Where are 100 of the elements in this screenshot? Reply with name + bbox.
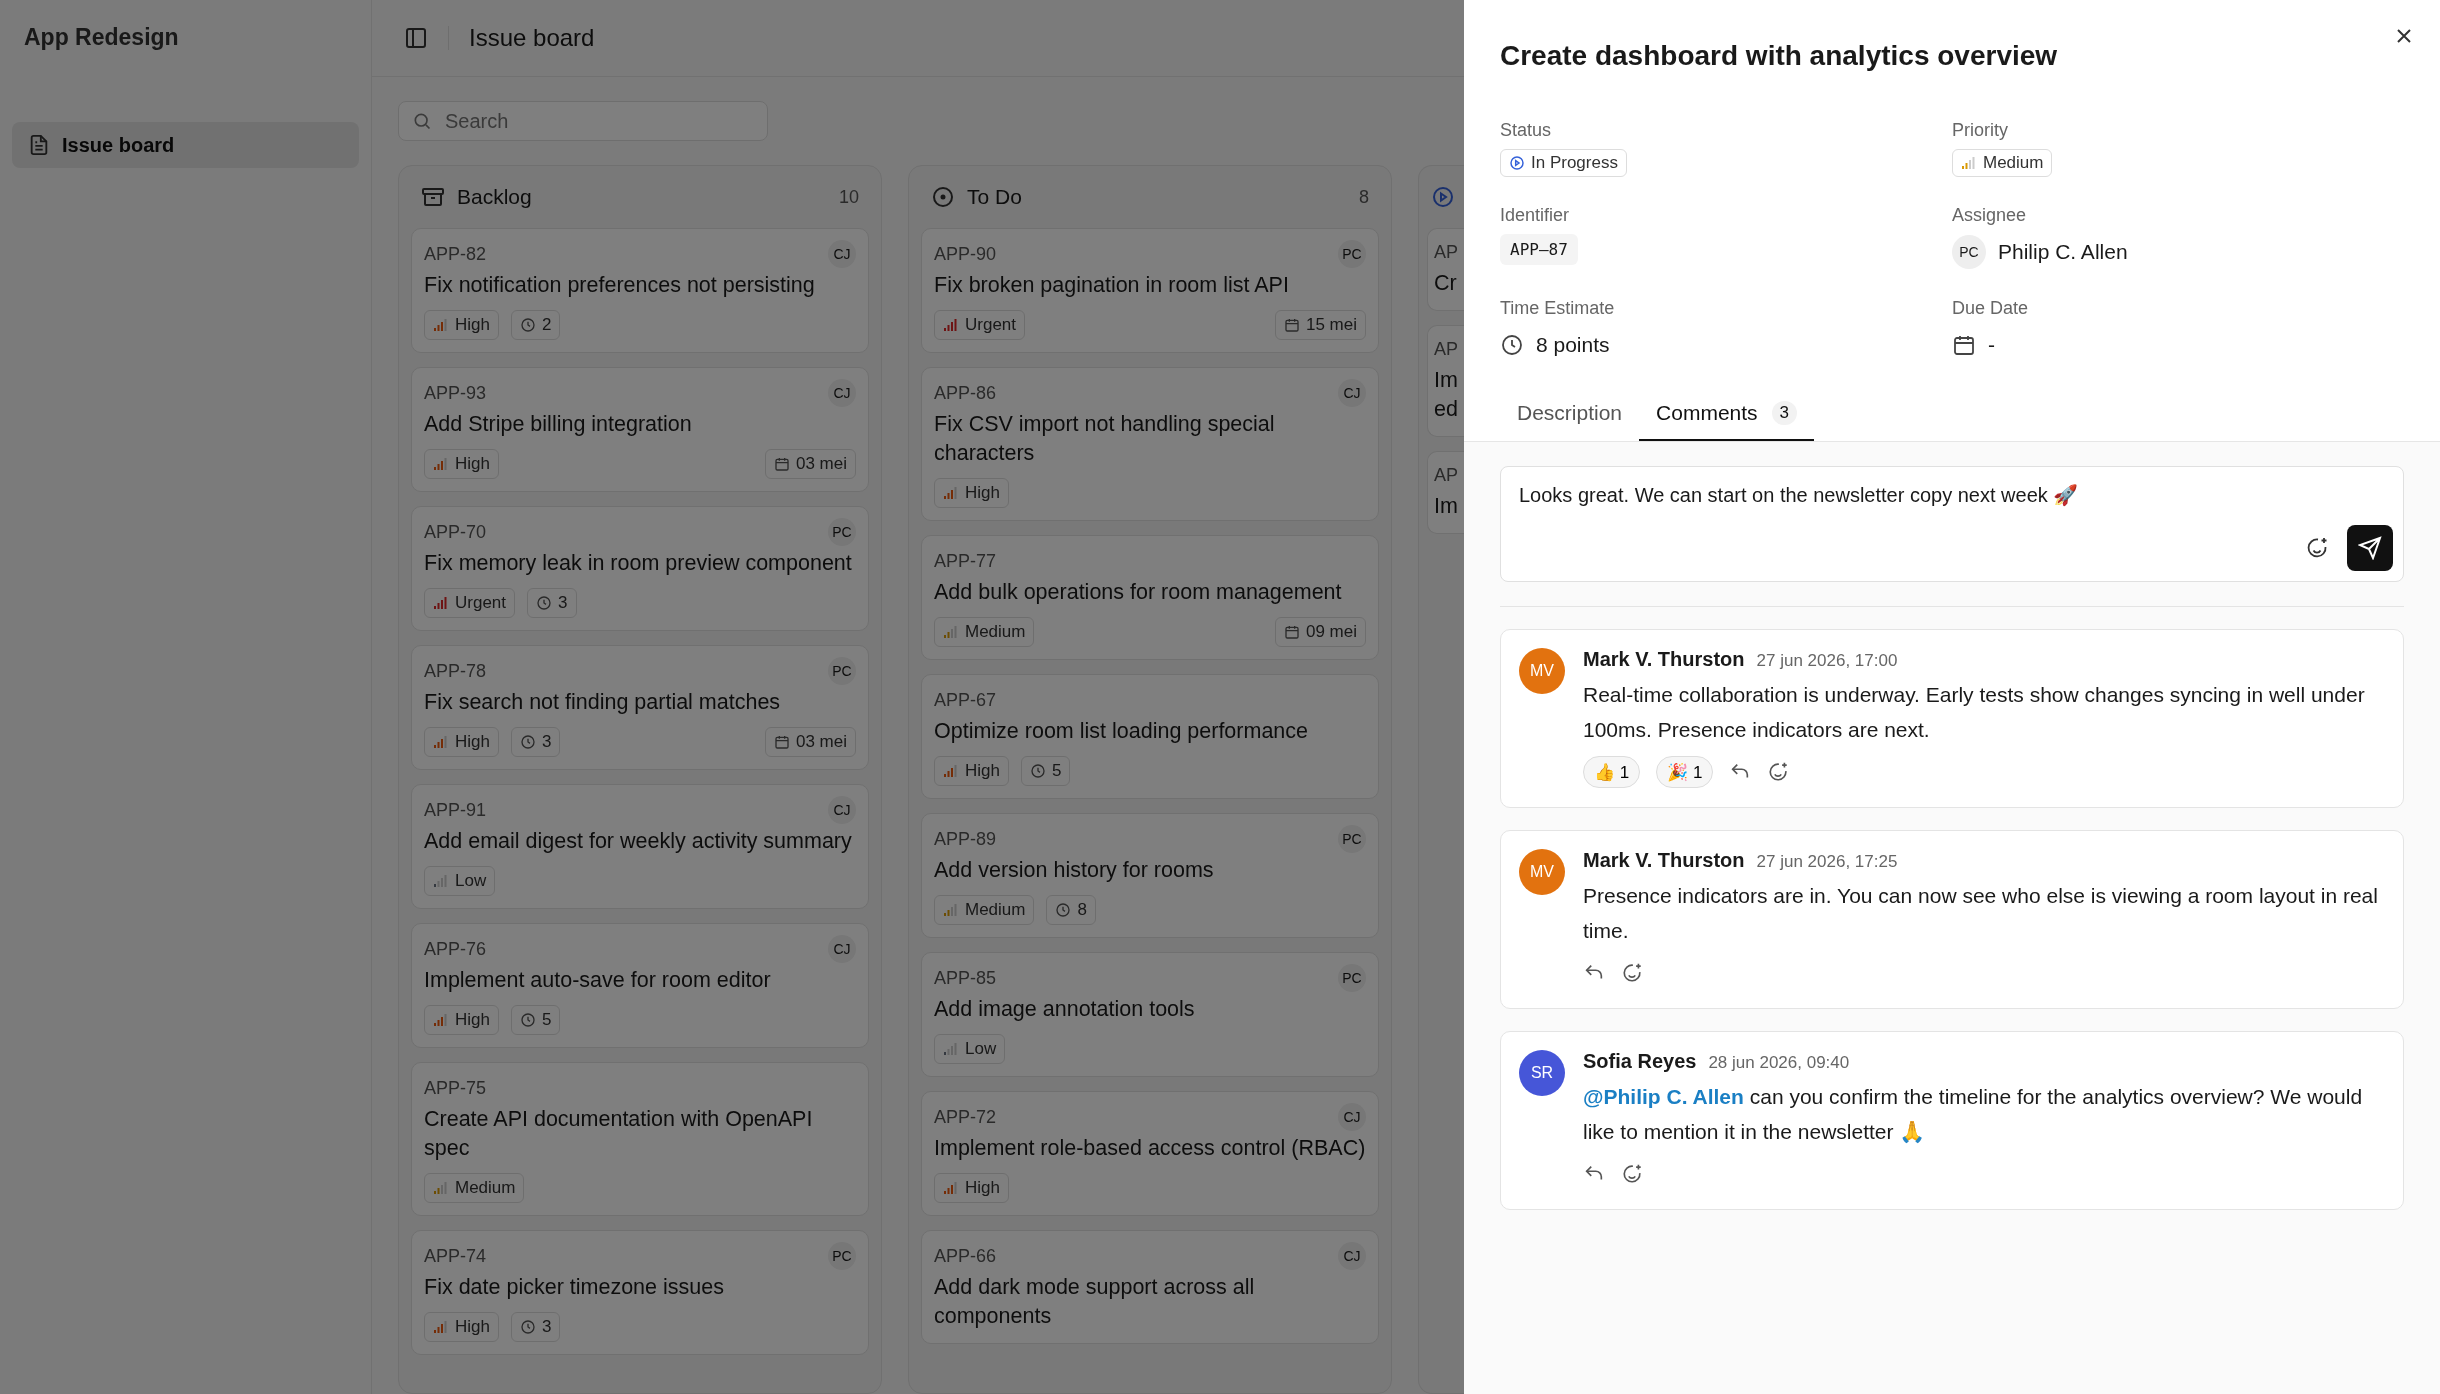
send-button[interactable] [2347, 525, 2393, 571]
add-emoji-icon[interactable] [2305, 536, 2329, 560]
issue-id: APP-67 [934, 689, 997, 711]
issue-card[interactable]: APP-78 PC Fix search not finding partial matches High 3 03 mei [411, 645, 869, 770]
issue-card[interactable]: APP-86 CJ Fix CSV import not handling special characters High [921, 367, 1379, 521]
issue-card[interactable]: APP-89 PC Add version history for rooms Medium 8 [921, 813, 1379, 938]
issue-id: APP-90 [934, 243, 997, 265]
reaction-button[interactable]: 👍 1 [1583, 756, 1641, 788]
estimate-badge: 3 [510, 1312, 561, 1342]
field-label: Priority [1952, 120, 2009, 141]
issue-id: APP-74 [424, 1245, 487, 1267]
status-badge[interactable]: In Progress [1500, 149, 1627, 177]
assignee-avatar: CJ [1338, 1242, 1366, 1270]
issue-id: AP [1434, 464, 1458, 486]
add-emoji-icon[interactable] [1621, 962, 1643, 984]
issue-title: Implement auto-save for room editor [424, 967, 772, 994]
issue-card[interactable]: APP-76 CJ Implement auto-save for room editor High 5 [411, 923, 869, 1048]
due-date-badge: 15 mei [1274, 310, 1366, 340]
assignee-avatar: PC [1338, 964, 1366, 992]
comment-author: Mark V. Thurston [1583, 849, 1745, 872]
priority-badge: Urgent [934, 310, 1026, 340]
issue-title: Implement role-based access control (RBAC) [934, 1135, 1366, 1162]
issue-card[interactable]: APP-91 CJ Add email digest for weekly activity summary Low [411, 784, 869, 909]
assignee-avatar: CJ [828, 379, 856, 407]
sidebar-item[interactable]: Issue board [12, 122, 359, 168]
issue-card[interactable]: APP-90 PC Fix broken pagination in room list API Urgent 15 mei [921, 228, 1379, 353]
comment-field[interactable]: Looks great. We can start on the newsletter copy next week 🚀 [1500, 466, 2404, 582]
reaction-button[interactable]: 🎉 1 [1656, 756, 1714, 788]
issue-card[interactable]: AP Cr [1427, 228, 1464, 311]
due-date-badge: 09 mei [1274, 617, 1366, 647]
column-title: Backlog [457, 185, 532, 209]
app-title: App Redesign [23, 23, 180, 52]
issue-title: Add bulk operations for room management [934, 579, 1343, 606]
circle-icon [931, 185, 955, 209]
issue-title: Add dark mode support across all components [934, 1274, 1256, 1330]
tab[interactable]: Description [1500, 401, 1640, 441]
add-emoji-icon[interactable] [1767, 761, 1790, 783]
comment-time: 27 jun 2026, 17:25 [1756, 852, 1898, 872]
author-avatar: MV [1519, 648, 1565, 694]
comment-author: Mark V. Thurston [1583, 648, 1745, 671]
issue-id: APP-85 [934, 967, 997, 989]
assignee-avatar: PC [828, 1242, 856, 1270]
priority-badge[interactable]: Medium [1952, 149, 2053, 177]
issue-card[interactable]: AP Im ed [1427, 325, 1464, 437]
issue-title: Fix broken pagination in room list API [934, 272, 1290, 299]
assignee-name[interactable]: Philip C. Allen [1998, 240, 2128, 264]
document-icon [28, 134, 50, 156]
column-count: 10 [838, 186, 859, 208]
issue-id: APP-93 [424, 382, 487, 404]
issue-id: APP-75 [424, 1077, 487, 1099]
issue-card[interactable]: APP-67 Optimize room list loading performance High 5 [921, 674, 1379, 799]
issue-card[interactable]: APP-93 CJ Add Stripe billing integration High 03 mei [411, 367, 869, 492]
issue-id: APP-89 [934, 828, 997, 850]
issue-card[interactable]: APP-77 Add bulk operations for room management Medium 09 mei [921, 535, 1379, 660]
issue-id: APP-70 [424, 521, 487, 543]
issue-title: Create dashboard with analytics overview [1500, 40, 2059, 72]
field-label: Assignee [1952, 205, 2028, 226]
due-date-value[interactable]: - [1988, 333, 1995, 357]
issue-card[interactable]: APP-85 PC Add image annotation tools Low [921, 952, 1379, 1077]
due-date-badge: 03 mei [764, 727, 856, 757]
issue-id: APP-76 [424, 938, 487, 960]
issue-card[interactable]: APP-75 Create API documentation with OpenAPI spec Medium [411, 1062, 869, 1216]
identifier-value: APP–87 [1500, 234, 1578, 265]
issue-card[interactable]: APP-74 PC Fix date picker timezone issues High 3 [411, 1230, 869, 1355]
estimate-value[interactable]: 8 points [1536, 333, 1610, 357]
priority-badge: High [934, 478, 1009, 508]
issue-id: APP-91 [424, 799, 487, 821]
estimate-badge: 3 [510, 727, 561, 757]
author-avatar: SR [1519, 1050, 1565, 1096]
assignee-avatar: CJ [828, 240, 856, 268]
issue-id: APP-77 [934, 550, 997, 572]
priority-badge: Low [934, 1034, 1006, 1064]
mention-link[interactable]: @Philip C. Allen [1583, 1085, 1744, 1108]
issue-card[interactable]: APP-72 CJ Implement role-based access control (RBAC) High [921, 1091, 1379, 1216]
issue-card[interactable]: APP-82 CJ Fix notification preferences not persisting High 2 [411, 228, 869, 353]
issue-title: Fix memory leak in room preview component [424, 550, 853, 577]
assignee-avatar: CJ [1338, 1103, 1366, 1131]
add-emoji-icon[interactable] [1621, 1163, 1643, 1185]
issue-title: Create API documentation with OpenAPI spec [424, 1106, 814, 1162]
assignee-avatar: PC [828, 657, 856, 685]
assignee-avatar: CJ [828, 796, 856, 824]
estimate-badge: 3 [527, 588, 577, 618]
issue-card[interactable]: APP-70 PC Fix memory leak in room preview component Urgent 3 [411, 506, 869, 631]
issue-title: Add image annotation tools [934, 996, 1196, 1023]
issue-title: Add version history for rooms [934, 857, 1215, 884]
clock-icon [1500, 333, 1524, 357]
play-circle-icon [1431, 185, 1455, 209]
issue-card[interactable]: APP-66 CJ Add dark mode support across all components [921, 1230, 1379, 1344]
priority-badge: Medium [424, 1173, 525, 1203]
page-title: Issue board [469, 24, 595, 52]
issue-title: Im ed [1434, 367, 1459, 423]
priority-badge: High [424, 727, 499, 757]
issue-card[interactable]: AP Im [1427, 451, 1464, 534]
archive-icon [421, 185, 445, 209]
estimate-badge: 5 [510, 1005, 561, 1035]
send-icon [2358, 536, 2382, 560]
issue-title: Add Stripe billing integration [424, 411, 693, 438]
sidebar-toggle-icon[interactable] [404, 26, 428, 50]
search-field[interactable]: Search [398, 101, 768, 141]
assignee-avatar: PC [828, 518, 856, 546]
